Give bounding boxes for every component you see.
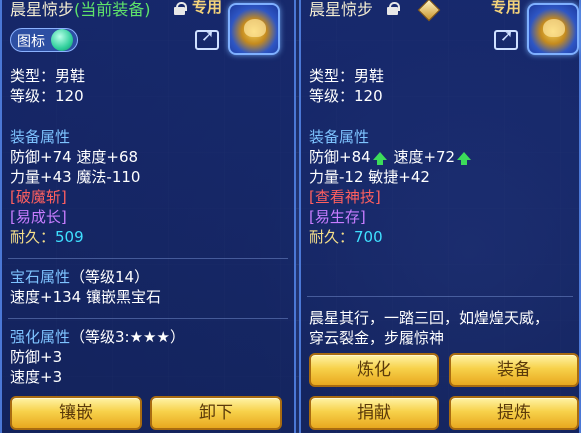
gem-icon	[417, 0, 441, 22]
refine-button[interactable]: 炼化	[309, 353, 439, 387]
skill-link-2[interactable]: [易成长]	[10, 207, 67, 227]
gem-level: （等级14）	[70, 268, 150, 286]
lock-icon	[387, 2, 400, 15]
share-icon[interactable]	[195, 26, 219, 50]
type-line: 类型：男鞋	[309, 67, 385, 85]
icon-toggle[interactable]: 图标	[10, 28, 78, 52]
gem-header: 宝石属性	[10, 268, 71, 286]
gem-line: 速度+134 镶嵌黑宝石	[10, 288, 161, 306]
exclusive-label: 专用	[491, 0, 522, 16]
enhance-line-2: 速度+3	[10, 368, 63, 386]
equip-button[interactable]: 装备	[449, 353, 579, 387]
level-line: 等级：120	[309, 87, 383, 105]
boots-item-icon[interactable]	[527, 3, 579, 55]
unequip-button[interactable]: 卸下	[150, 396, 282, 430]
attr-line-1: 防御+84 速度+72	[309, 147, 473, 167]
enhance-header: 强化属性	[10, 328, 71, 346]
description-line-2: 穿云裂金，步履惊神	[309, 329, 445, 347]
up-arrow-icon	[457, 152, 472, 165]
item-title: 晨星惊步(当前装备)	[10, 0, 151, 20]
durability-value: 700	[354, 228, 383, 246]
attr-line-1: 防御+74 速度+68	[10, 148, 139, 166]
up-arrow-icon	[372, 152, 387, 165]
skill-link-2[interactable]: [易生存]	[309, 207, 366, 227]
gem-header-line: 宝石属性（等级14）	[10, 267, 149, 287]
durability-label: 耐久：	[10, 228, 56, 246]
donate-button[interactable]: 捐献	[309, 396, 439, 430]
enhance-header-line: 强化属性（等级3:★★★）	[10, 327, 185, 347]
durability-value: 509	[55, 228, 84, 246]
attr-header: 装备属性	[309, 128, 370, 146]
compare-item-panel: 晨星惊步 专用 类型：男鞋 等级：120 装备属性 防御+84 速度+72 力量…	[299, 0, 581, 433]
inlay-button[interactable]: 镶嵌	[10, 396, 142, 430]
durability-line: 耐久：700	[309, 227, 383, 247]
lock-icon	[174, 2, 187, 15]
item-name: 晨星惊步	[10, 0, 75, 19]
speed-stat: 速度+72	[393, 148, 456, 166]
enhance-level: （等级3:★★★）	[70, 328, 185, 346]
description-line-1: 晨星其行，一踏三回，如煌煌天威，	[309, 309, 550, 327]
skill-link-1[interactable]: [破魔斩]	[10, 187, 67, 207]
toggle-label: 图标	[17, 34, 45, 50]
level-line: 等级：120	[10, 87, 84, 105]
toggle-knob	[51, 29, 73, 51]
exclusive-label: 专用	[192, 0, 223, 16]
divider	[8, 258, 288, 259]
attr-line-2: 力量-12 敏捷+42	[309, 168, 430, 186]
attr-header: 装备属性	[10, 128, 71, 146]
type-line: 类型：男鞋	[10, 67, 86, 85]
current-equipment-tag: (当前装备)	[74, 0, 151, 19]
equipped-item-panel: 晨星惊步(当前装备) 专用 图标 类型：男鞋 等级：120 装备属性 防御+74…	[0, 0, 296, 433]
divider	[8, 318, 288, 319]
durability-line: 耐久：509	[10, 227, 84, 247]
boots-item-icon[interactable]	[228, 3, 280, 55]
enhance-line-1: 防御+3	[10, 348, 63, 366]
defense-stat: 防御+84	[309, 148, 371, 166]
divider	[307, 296, 573, 297]
skill-link-1[interactable]: [查看神技]	[309, 187, 381, 207]
share-icon[interactable]	[494, 26, 518, 50]
attr-line-2: 力量+43 魔法-110	[10, 168, 141, 186]
extract-button[interactable]: 提炼	[449, 396, 579, 430]
item-title: 晨星惊步	[309, 0, 374, 19]
durability-label: 耐久：	[309, 228, 355, 246]
